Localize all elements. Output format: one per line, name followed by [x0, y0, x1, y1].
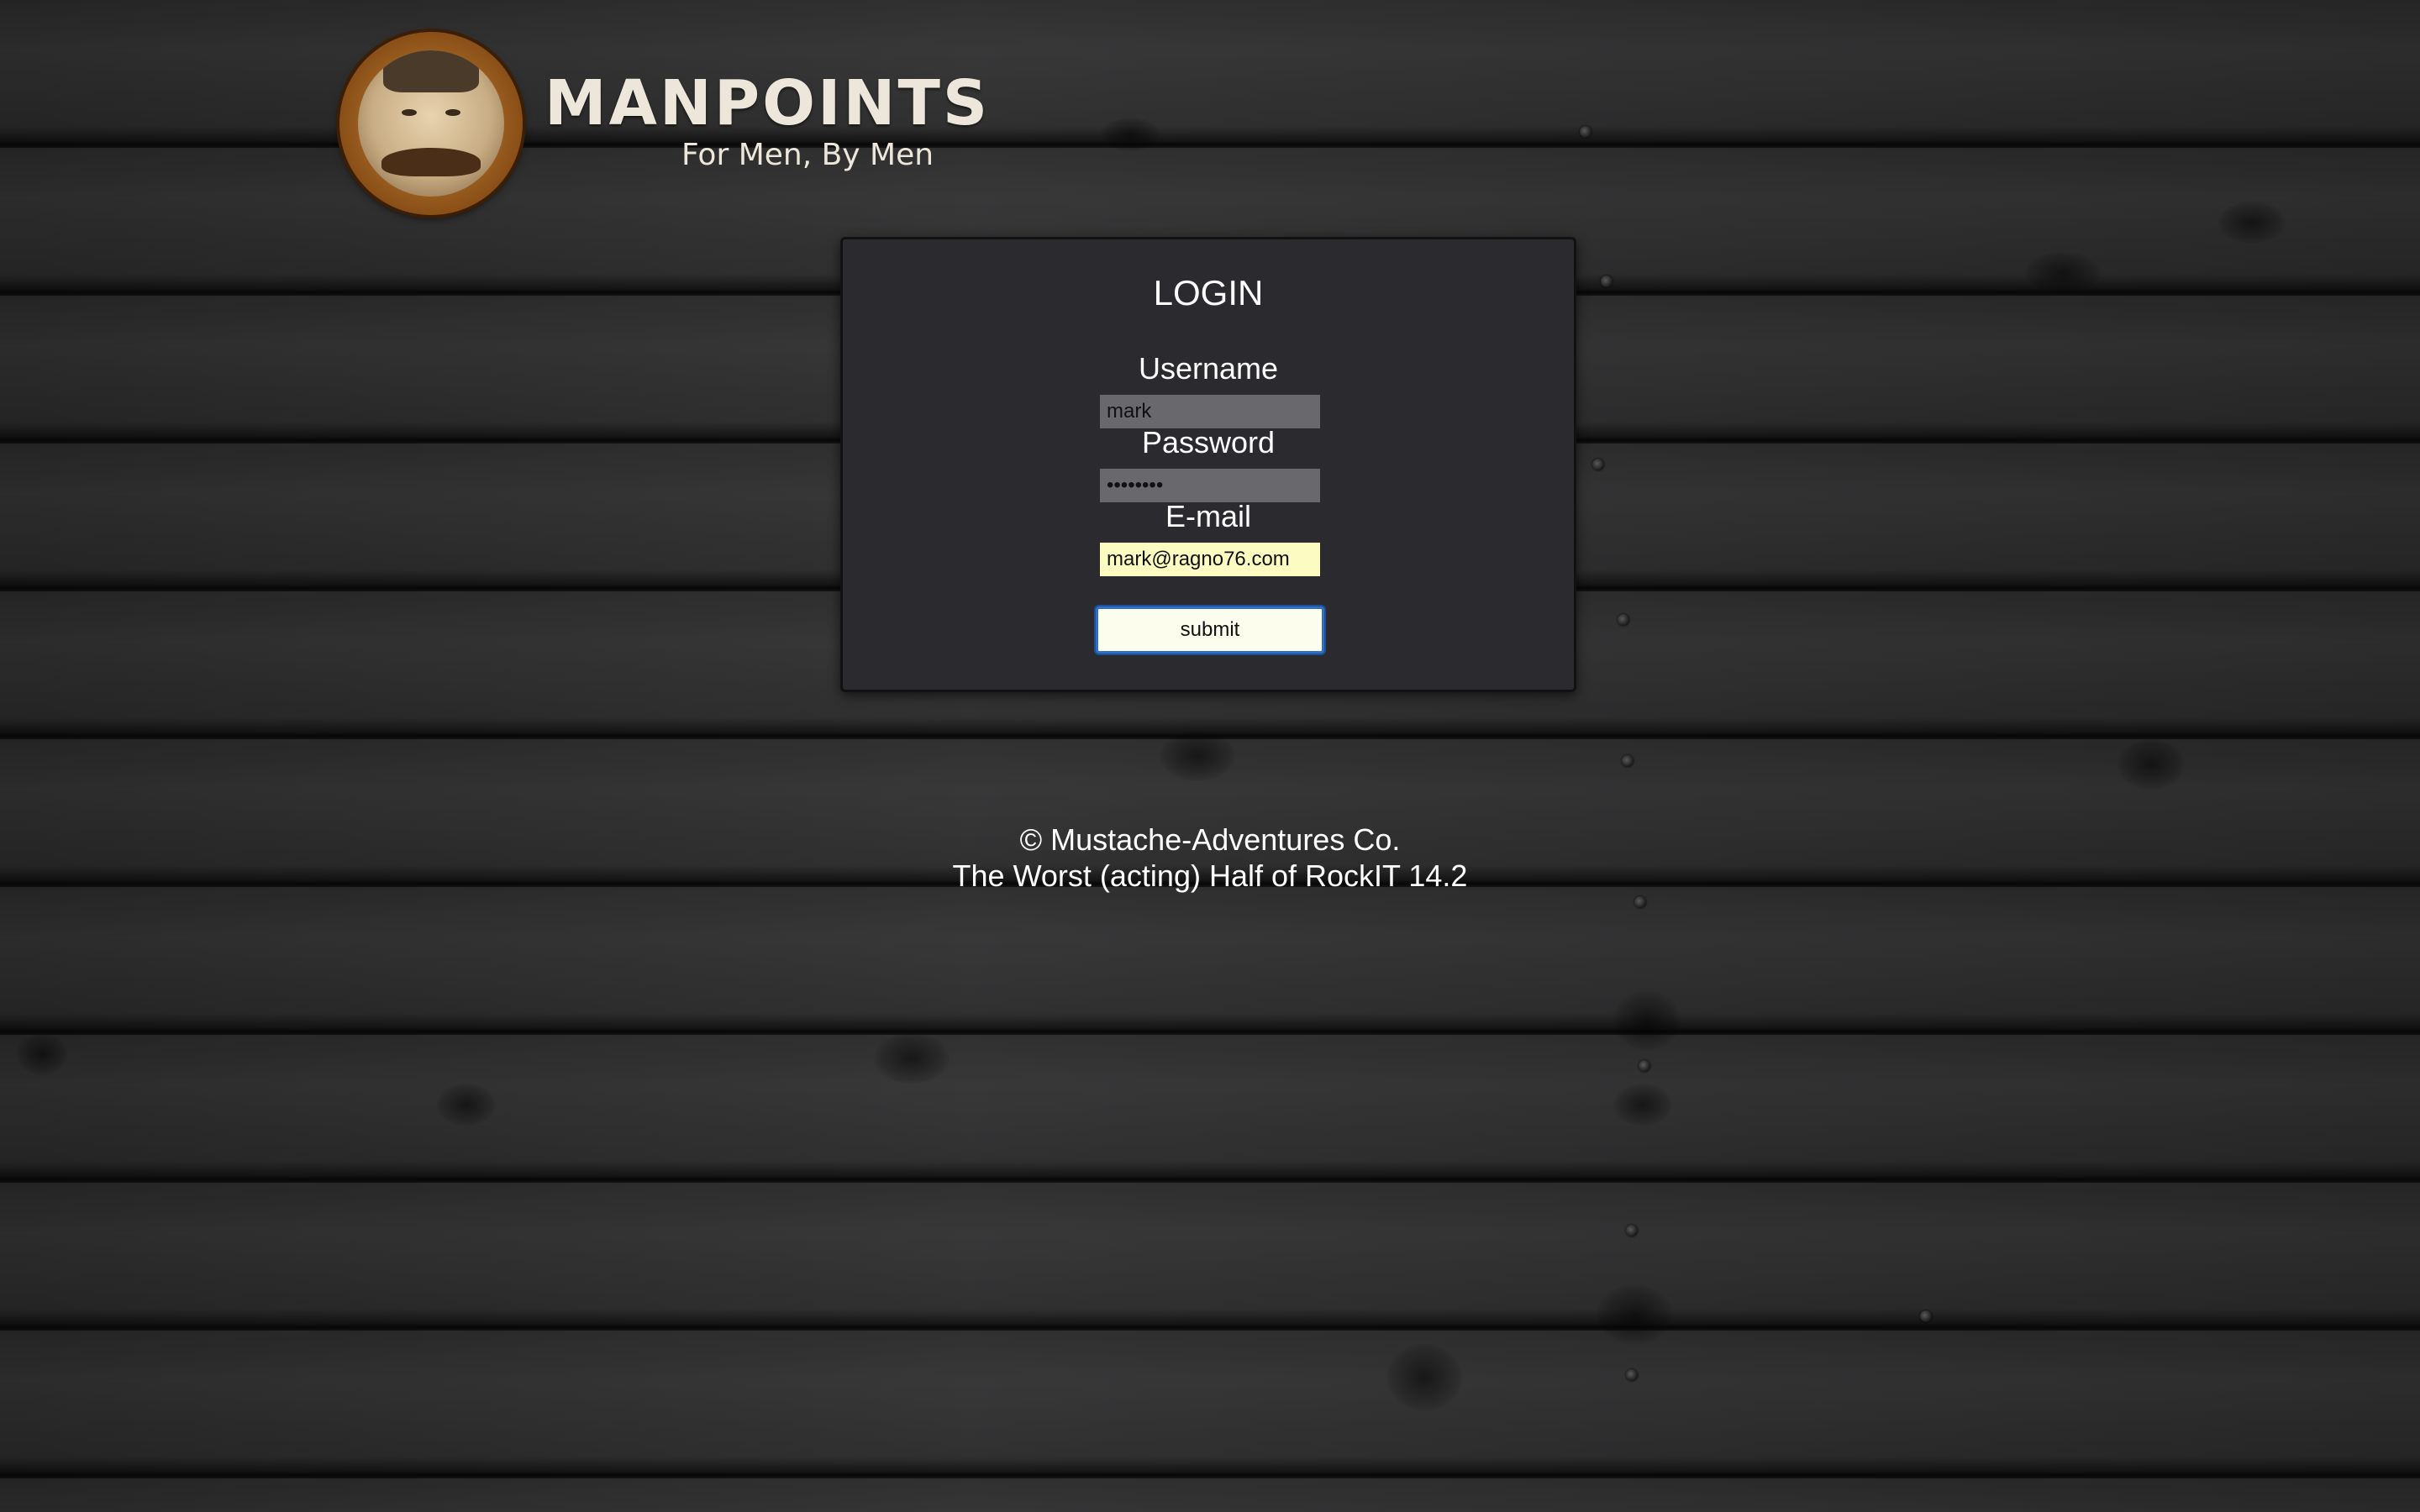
username-label: Username	[1138, 351, 1279, 386]
password-label: Password	[1141, 425, 1276, 459]
brand-tagline: For Men, By Men	[681, 138, 934, 172]
mustache-logo-avatar[interactable]	[339, 32, 523, 215]
mustache-icon	[381, 148, 481, 176]
wood-background	[0, 0, 2420, 1512]
submit-button[interactable]: submit	[1096, 606, 1324, 654]
site-header: MANPOINTS For Men, By Men	[339, 32, 987, 220]
footer: © Mustache-Adventures Co. The Worst (act…	[0, 822, 2420, 894]
login-form: LOGIN Username Password E-mail submit	[840, 237, 1576, 692]
login-title: LOGIN	[1153, 273, 1264, 312]
footer-copyright: © Mustache-Adventures Co.	[1019, 822, 1401, 857]
avatar-face-image	[358, 50, 504, 197]
password-input[interactable]	[1100, 469, 1320, 502]
email-label: E-mail	[1165, 499, 1251, 533]
brand-title[interactable]: MANPOINTS	[544, 67, 990, 139]
footer-credit: The Worst (acting) Half of RockIT 14.2	[952, 858, 1468, 893]
username-input[interactable]	[1100, 395, 1320, 428]
email-input[interactable]	[1100, 543, 1320, 576]
